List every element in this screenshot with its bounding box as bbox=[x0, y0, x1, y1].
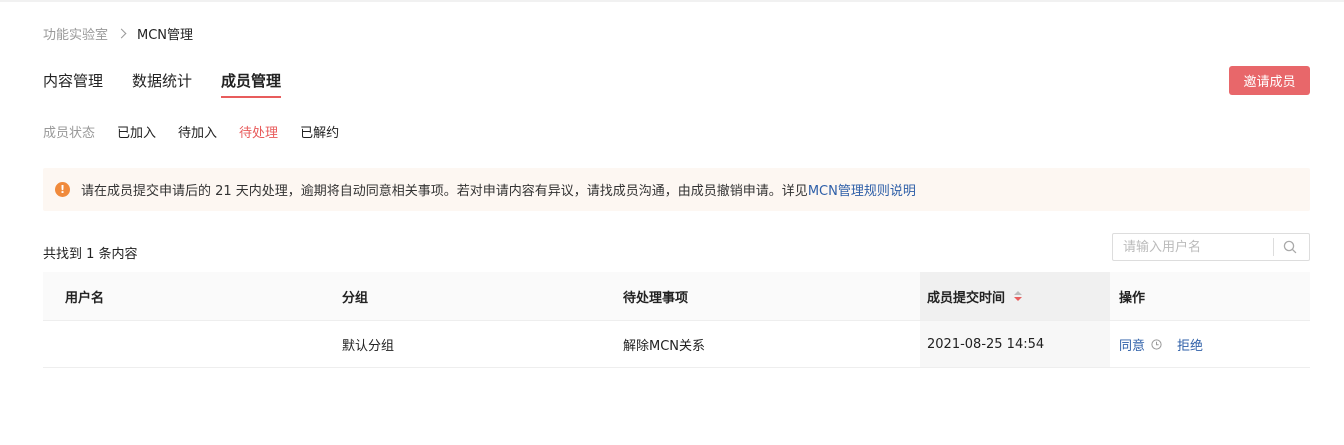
tab-member-management[interactable]: 成员管理 bbox=[221, 70, 282, 98]
main-tabs: 内容管理 数据统计 成员管理 bbox=[43, 70, 310, 98]
status-option-pending-process[interactable]: 待处理 bbox=[239, 122, 278, 141]
header-actions: 操作 bbox=[1119, 290, 1146, 306]
status-option-terminated[interactable]: 已解约 bbox=[300, 122, 339, 141]
notice-text: 请在成员提交申请后的 21 天内处理，逾期将自动同意相关事项。若对申请内容有异议… bbox=[81, 184, 808, 199]
warning-icon: ! bbox=[55, 182, 70, 197]
invite-member-button[interactable]: 邀请成员 bbox=[1229, 66, 1310, 95]
header-submit-time-label: 成员提交时间 bbox=[927, 290, 1006, 306]
status-filter-label: 成员状态 bbox=[43, 126, 96, 141]
pending-members-table: 用户名 分组 待处理事项 成员提交时间 操作 默认分组 解除MCN关系 2021… bbox=[43, 272, 1310, 368]
username-search-input[interactable] bbox=[1113, 234, 1273, 260]
breadcrumb: 功能实验室 MCN管理 bbox=[43, 24, 194, 43]
header-pending-item: 待处理事项 bbox=[623, 290, 689, 306]
cell-group: 默认分组 bbox=[342, 338, 395, 354]
agree-button[interactable]: 同意 bbox=[1119, 335, 1145, 354]
cell-actions: 同意 拒绝 bbox=[1119, 321, 1203, 367]
cell-submit-time: 2021-08-25 14:54 bbox=[920, 321, 1110, 367]
tab-data-statistics[interactable]: 数据统计 bbox=[132, 70, 192, 98]
cell-pending-item: 解除MCN关系 bbox=[623, 338, 706, 354]
chevron-right-icon bbox=[116, 28, 127, 38]
notice-banner: ! 请在成员提交申请后的 21 天内处理，逾期将自动同意相关事项。若对申请内容有… bbox=[43, 168, 1310, 211]
clock-icon bbox=[1151, 338, 1162, 350]
table-header: 用户名 分组 待处理事项 成员提交时间 操作 bbox=[43, 272, 1310, 320]
result-count: 共找到 1 条内容 bbox=[43, 247, 138, 262]
tab-content-management[interactable]: 内容管理 bbox=[43, 70, 103, 98]
header-group: 分组 bbox=[342, 290, 369, 306]
breadcrumb-parent[interactable]: 功能实验室 bbox=[43, 24, 108, 43]
table-row: 默认分组 解除MCN关系 2021-08-25 14:54 同意 拒绝 bbox=[43, 320, 1310, 368]
status-option-joined[interactable]: 已加入 bbox=[117, 122, 156, 141]
sort-icon[interactable] bbox=[1014, 291, 1023, 301]
top-divider bbox=[0, 0, 1344, 2]
header-submit-time[interactable]: 成员提交时间 bbox=[920, 272, 1110, 320]
header-username: 用户名 bbox=[65, 290, 105, 306]
breadcrumb-current: MCN管理 bbox=[137, 27, 194, 43]
reject-button[interactable]: 拒绝 bbox=[1177, 335, 1203, 354]
mcn-rules-link[interactable]: MCN管理规则说明 bbox=[808, 180, 916, 199]
search-icon[interactable] bbox=[1274, 234, 1306, 260]
member-status-filter: 成员状态 已加入 待加入 待处理 已解约 bbox=[43, 122, 361, 141]
username-search bbox=[1112, 233, 1310, 261]
status-option-pending-join[interactable]: 待加入 bbox=[178, 122, 217, 141]
